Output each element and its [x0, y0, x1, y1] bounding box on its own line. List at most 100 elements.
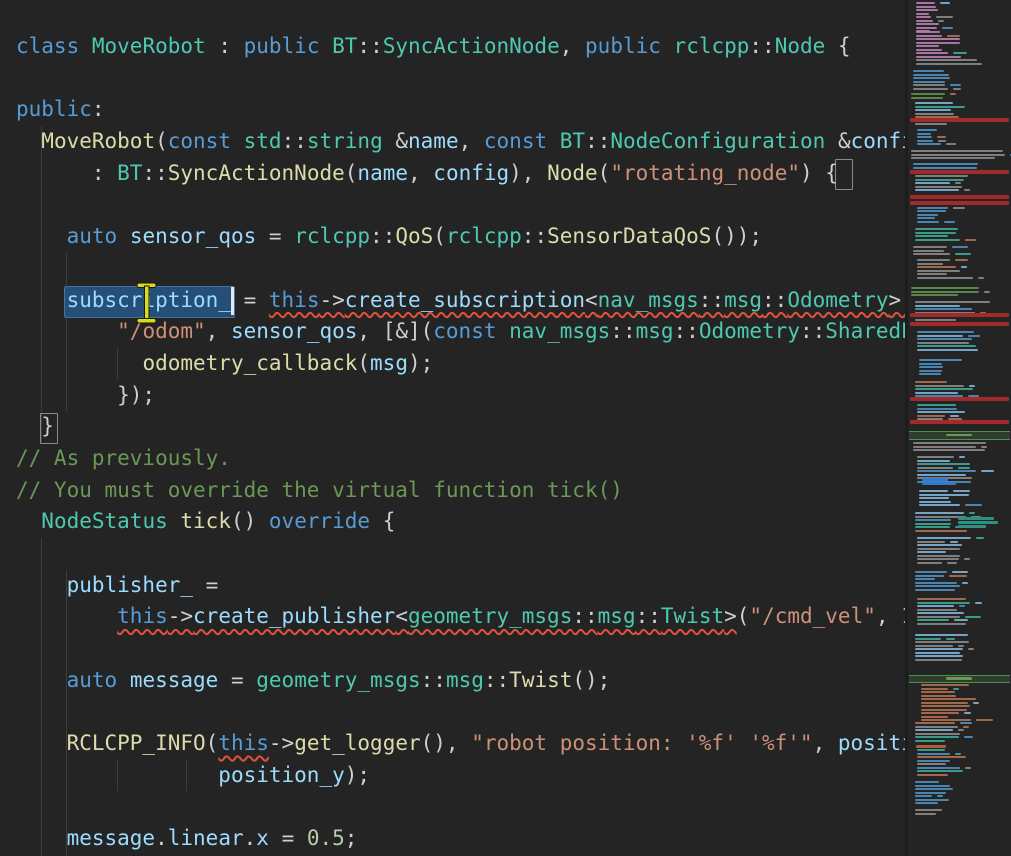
- minimap-code-row: [913, 253, 950, 255]
- minimap-code-row: [917, 760, 950, 762]
- minimap-code-row: [915, 634, 968, 636]
- code-line[interactable]: // As previously.: [16, 443, 905, 475]
- code-token: create_subscription: [345, 288, 585, 312]
- minimap-code-row: [917, 763, 946, 765]
- code-line[interactable]: auto sensor_qos = rclcpp::QoS(rclcpp::Se…: [16, 221, 905, 253]
- minimap-code-row: [950, 84, 961, 86]
- code-token: (: [345, 161, 358, 185]
- code-line[interactable]: odometry_callback(msg);: [16, 348, 905, 380]
- code-token: msg: [724, 288, 762, 312]
- minimap-code-row: [963, 726, 969, 728]
- code-token: RCLCPP_INFO: [67, 731, 206, 755]
- minimap-highlight-chip: [958, 521, 998, 524]
- minimap-code-row: [915, 519, 951, 521]
- code-token: ,: [459, 129, 484, 153]
- code-token: , [&](: [357, 319, 433, 343]
- code-line[interactable]: publisher_ =: [16, 570, 905, 602]
- code-token: SharedPtr: [825, 319, 905, 343]
- code-line[interactable]: // You must override the virtual functio…: [16, 475, 905, 507]
- minimap-code-row: [915, 733, 960, 735]
- minimap[interactable]: [908, 0, 1011, 856]
- code-line[interactable]: RCLCPP_INFO(this->get_logger(), "robot p…: [16, 728, 905, 760]
- code-token: this: [269, 288, 320, 312]
- minimap-code-row: [942, 27, 953, 29]
- code-line[interactable]: NodeStatus tick() override {: [16, 506, 905, 538]
- code-area[interactable]: class MoveRobot : public BT::SyncActionN…: [0, 0, 905, 856]
- code-line[interactable]: MoveRobot(const std::string &name, const…: [16, 126, 905, 158]
- code-token: MoveRobot: [92, 34, 206, 58]
- code-line[interactable]: [16, 633, 905, 665]
- code-token: ::: [370, 224, 395, 248]
- code-token: ::: [610, 319, 635, 343]
- code-token: ->: [319, 288, 344, 312]
- minimap-code-row: [968, 335, 980, 337]
- code-token: // You must override the virtual functio…: [16, 478, 623, 502]
- code-token: [319, 34, 332, 58]
- minimap-error-band: [910, 118, 1009, 122]
- code-token: message: [67, 826, 156, 850]
- minimap-code-row: [919, 363, 942, 365]
- code-token: [16, 129, 41, 153]
- code-line[interactable]: position_y);: [16, 760, 905, 792]
- code-token: this: [218, 731, 269, 755]
- minimap-code-row: [917, 133, 931, 135]
- minimap-code-row: [946, 143, 956, 145]
- minimap-code-row: [919, 494, 969, 496]
- minimap-code-row: [916, 49, 942, 51]
- code-token: public: [16, 97, 92, 121]
- minimap-code-row: [916, 2, 935, 4]
- minimap-code-row: [915, 813, 936, 815]
- code-token: sensor_qos: [231, 319, 357, 343]
- minimap-code-row: [915, 638, 941, 640]
- minimap-code-row: [915, 123, 947, 125]
- minimap-code-row: [921, 719, 971, 721]
- code-token: QoS: [395, 224, 433, 248]
- minimap-code-row: [953, 490, 971, 492]
- code-token: const: [433, 319, 496, 343]
- code-token: ::: [585, 129, 610, 153]
- minimap-code-row: [911, 150, 1003, 152]
- minimap-code-row: [981, 446, 987, 448]
- code-line[interactable]: });: [16, 380, 905, 412]
- minimap-code-row: [913, 449, 985, 451]
- minimap-code-row: [916, 56, 961, 58]
- minimap-code-row: [913, 167, 977, 169]
- code-line[interactable]: [16, 189, 905, 221]
- code-line[interactable]: message.linear.x = 0.5;: [16, 823, 905, 855]
- minimap-code-row: [955, 182, 961, 184]
- code-line[interactable]: auto message = geometry_msgs::msg::Twist…: [16, 665, 905, 697]
- minimap-code-row: [938, 140, 946, 142]
- minimap-code-row: [964, 558, 970, 560]
- code-line[interactable]: public:: [16, 94, 905, 126]
- code-line[interactable]: class MoveRobot : public BT::SyncActionN…: [16, 31, 905, 63]
- minimap-code-row: [958, 467, 970, 469]
- minimap-code-row: [916, 38, 960, 40]
- minimap-code-row: [915, 385, 964, 387]
- minimap-code-row: [917, 474, 966, 476]
- minimap-code-row: [975, 602, 982, 604]
- code-line[interactable]: [16, 538, 905, 570]
- minimap-code-row: [915, 799, 949, 801]
- minimap-highlight-chip: [922, 478, 948, 481]
- code-line[interactable]: [16, 253, 905, 285]
- code-token: [117, 668, 130, 692]
- code-token: message: [130, 668, 219, 692]
- code-token: >: [724, 604, 737, 628]
- minimap-code-row: [911, 287, 979, 289]
- minimap-code-row: [921, 712, 959, 714]
- minimap-code-row: [911, 154, 1005, 156]
- code-token: [547, 129, 560, 153]
- code-line[interactable]: this->create_publisher<geometry_msgs::ms…: [16, 601, 905, 633]
- minimap-code-row: [917, 342, 969, 344]
- code-line[interactable]: : BT::SyncActionNode(name, config), Node…: [16, 158, 905, 190]
- code-line[interactable]: }: [16, 411, 905, 443]
- code-line[interactable]: [16, 63, 905, 95]
- minimap-code-row: [919, 359, 962, 361]
- code-token: ::: [636, 604, 661, 628]
- code-token: ::: [357, 34, 382, 58]
- code-token: =: [218, 668, 256, 692]
- code-token: (),: [421, 731, 472, 755]
- minimap-code-row: [916, 45, 939, 47]
- code-line[interactable]: [16, 696, 905, 728]
- code-line[interactable]: [16, 792, 905, 824]
